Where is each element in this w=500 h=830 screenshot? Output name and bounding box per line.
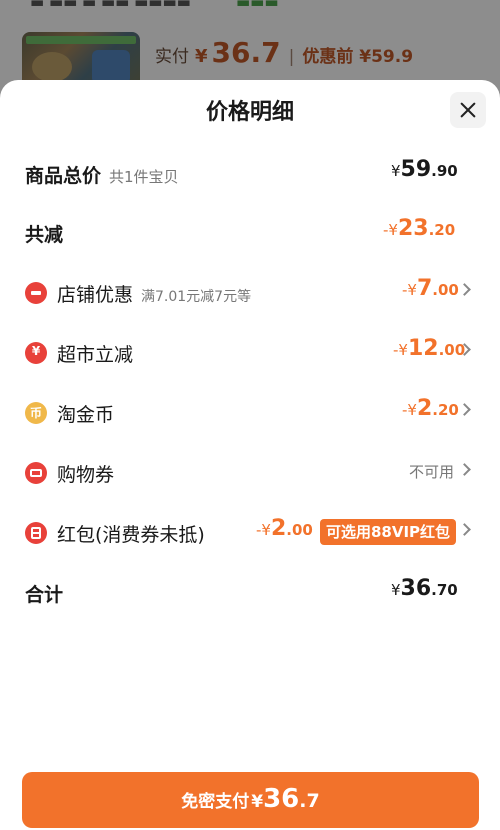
before-discount-price: 优惠前 ¥59.9 [302,47,414,67]
red-packet-label: 红包(消费券未抵) [57,524,205,546]
background-price: 实付 ¥ 36.7 | 优惠前 ¥59.9 [155,36,413,69]
gold-coin-icon: 币 [25,402,47,424]
coupon-status: 不可用 [409,463,455,481]
row-red-packet[interactable]: 红包(消费券未抵) -¥ 2.00 可选用88VIP红包 [0,512,500,552]
row-grand-total: 合计 ¥36.70 [0,572,500,612]
red-packet-icon [25,522,47,544]
shop-discount-icon [25,282,47,304]
row-shop-discount[interactable]: 店铺优惠 满7.01元减7元等 -¥ 7.00 [0,272,500,312]
close-button[interactable] [450,92,486,128]
chevron-right-icon [458,523,471,536]
gold-coin-amount: -¥ 2.20 [402,396,459,421]
ticket-icon [25,462,47,484]
price-detail-sheet: 价格明细 商品总价 共1件宝贝 ¥59.90 共减 -¥ 23.20 店铺优惠 满7.… [0,80,500,830]
reduction-amount: -¥ 23.20 [383,216,456,241]
background-top-strip: ▬ ▬▬ ▬ ▬▬ ▬▬▬▬ ▬▬▬ [0,0,500,14]
supermarket-discount-label: 超市立减 [57,344,134,366]
row-shopping-coupon[interactable]: 购物券 不可用 [0,452,500,492]
shopping-coupon-label: 购物券 [57,464,115,486]
row-total-price: 商品总价 共1件宝贝 ¥59.90 [0,153,500,193]
actual-pay-value: 36.7 [211,36,281,69]
row-total-reduction: 共减 -¥ 23.20 [0,212,500,252]
grand-total-amount: ¥36.70 [391,576,458,601]
chevron-right-icon [458,283,471,296]
supermarket-discount-amount: -¥ 12.00 [393,336,466,361]
red-packet-amount: -¥ 2.00 [256,516,313,541]
shop-discount-rule: 满7.01元减7元等 [141,289,252,305]
background-strip-green: ▬▬▬ [236,0,279,11]
vip-red-packet-badge[interactable]: 可选用88VIP红包 [320,519,456,545]
sheet-title: 价格明细 [205,100,294,125]
grand-total-label: 合计 [25,584,64,606]
separator: | [288,47,295,67]
shop-discount-label: 店铺优惠 满7.01元减7元等 [57,284,252,306]
yuan-coin-icon: ¥ [25,342,47,364]
reduction-label: 共减 [25,224,64,246]
gold-coin-label: 淘金币 [57,404,115,426]
background-page: ▬ ▬▬ ▬ ▬▬ ▬▬▬▬ ▬▬▬ 实付 ¥ 36.7 | 优惠前 ¥59.9 [0,0,500,92]
row-supermarket-discount[interactable]: ¥ 超市立减 -¥ 12.00 [0,332,500,372]
chevron-right-icon [458,463,471,476]
row-gold-coin[interactable]: 币 淘金币 -¥ 2.20 [0,392,500,432]
password-free-pay-button[interactable]: 免密支付 ¥ 36 .7 [22,772,479,828]
actual-pay-label: 实付 [155,47,189,67]
currency-symbol: ¥ [195,46,208,67]
total-price-amount: ¥59.90 [391,157,458,182]
item-count: 共1件宝贝 [109,168,179,186]
background-strip-text: ▬ ▬▬ ▬ ▬▬ ▬▬▬▬ [30,0,191,11]
total-price-label: 商品总价 共1件宝贝 [25,165,179,187]
chevron-right-icon [458,403,471,416]
shop-discount-amount: -¥ 7.00 [402,276,459,301]
